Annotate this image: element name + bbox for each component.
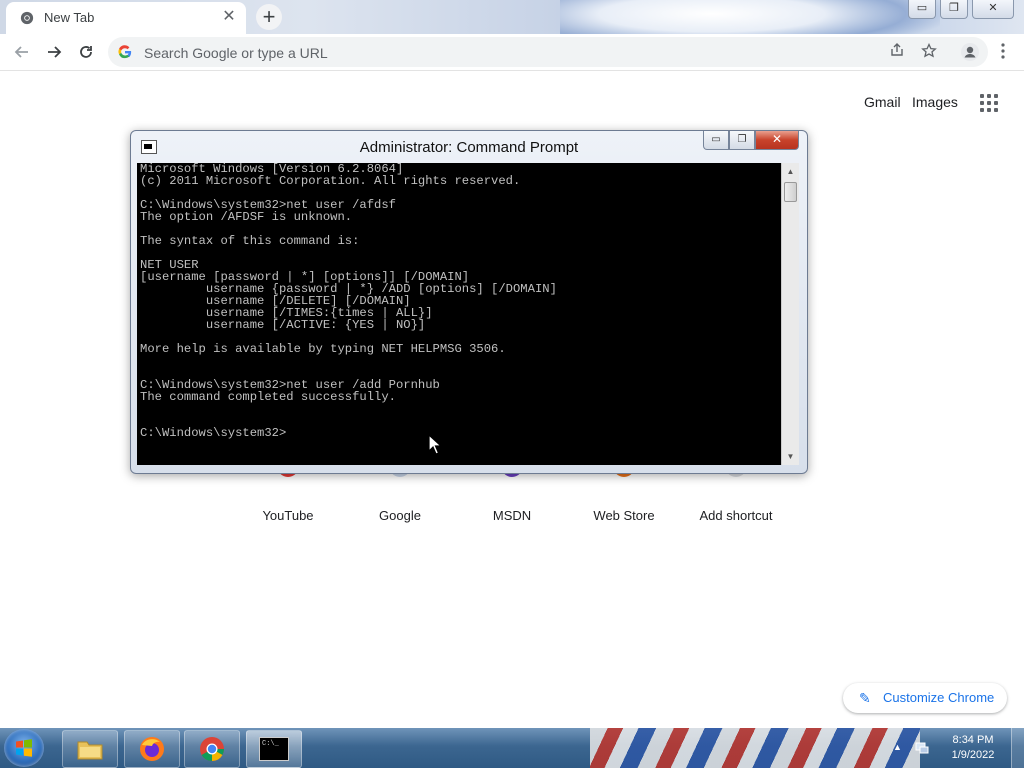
shortcut-youtube[interactable]: YouTube [232, 508, 344, 523]
profile-avatar-icon[interactable] [960, 42, 980, 62]
cmd-minimize-button[interactable]: ▭ [703, 131, 729, 150]
google-g-icon [118, 45, 132, 59]
show-desktop-button[interactable] [1011, 728, 1024, 768]
cmd-close-button[interactable]: ✕ [755, 131, 799, 150]
images-link[interactable]: Images [912, 94, 958, 110]
search-input[interactable] [142, 43, 866, 63]
console-text: Microsoft Windows [Version 6.2.8064] (c)… [140, 163, 557, 440]
cmd-window-controls: ▭ ❐ ✕ [703, 131, 799, 150]
clock-date: 1/9/2022 [951, 749, 995, 761]
taskbar-explorer-button[interactable] [62, 730, 118, 768]
cmd-taskbar-icon: C:\_ [259, 737, 289, 761]
share-icon[interactable] [888, 43, 906, 61]
start-button[interactable] [4, 729, 44, 767]
scroll-down-icon[interactable]: ▼ [782, 448, 799, 465]
shortcut-web-store[interactable]: Web Store [568, 508, 680, 523]
command-prompt-window[interactable]: Administrator: Command Prompt ▭ ❐ ✕ Micr… [130, 130, 808, 474]
cmd-taskbar-text: C:\_ [262, 740, 279, 748]
windows-flag-icon [16, 739, 32, 757]
scroll-up-icon[interactable]: ▲ [782, 163, 799, 180]
customize-chrome-label: Customize Chrome [883, 690, 995, 705]
tab-close-icon[interactable]: ✕ [220, 8, 238, 26]
taskbar-clock[interactable]: 8:34 PM 1/9/2022 [940, 733, 1006, 763]
tab-new-tab[interactable]: New Tab ✕ [6, 2, 246, 34]
taskbar-cmd-button[interactable]: C:\_ [246, 730, 302, 768]
clock-time: 8:34 PM [952, 734, 994, 746]
forward-arrow-icon[interactable] [42, 40, 66, 64]
scroll-thumb[interactable] [784, 182, 797, 202]
taskbar: C:\_ ▲ 8:34 PM 1/9/2022 [0, 728, 1024, 768]
window-controls: ▭ ❐ ✕ [904, 0, 1014, 20]
tray-expand-icon[interactable]: ▲ [893, 742, 902, 752]
pencil-icon: ✎ [859, 690, 871, 706]
new-tab-button[interactable]: + [256, 4, 282, 30]
console-output[interactable]: Microsoft Windows [Version 6.2.8064] (c)… [137, 163, 781, 465]
firefox-icon [140, 737, 164, 761]
address-bar[interactable] [108, 37, 988, 67]
shortcut-google[interactable]: Google [344, 508, 456, 523]
back-arrow-icon[interactable] [10, 40, 34, 64]
mouse-pointer-icon [428, 434, 442, 455]
gmail-link[interactable]: Gmail [864, 94, 901, 110]
chrome-favicon-icon [20, 11, 34, 25]
shortcut-add[interactable]: Add shortcut [680, 508, 792, 523]
customize-chrome-button[interactable]: ✎ Customize Chrome [843, 683, 1007, 713]
restore-button[interactable]: ❐ [940, 0, 968, 19]
reload-icon[interactable] [74, 40, 98, 64]
close-window-button[interactable]: ✕ [972, 0, 1014, 19]
shortcut-msdn[interactable]: MSDN [456, 508, 568, 523]
apps-grid-icon[interactable] [980, 94, 1000, 112]
browser-toolbar [0, 34, 1024, 71]
tab-strip: New Tab ✕ + ▭ ❐ ✕ [0, 0, 1024, 34]
taskbar-chrome-button[interactable] [184, 730, 240, 768]
folder-icon [77, 741, 103, 760]
bookmark-star-icon[interactable] [920, 42, 938, 61]
tab-title: New Tab [44, 10, 95, 25]
background-decoration [560, 0, 940, 34]
menu-kebab-icon[interactable] [994, 43, 1012, 61]
network-icon[interactable] [914, 740, 930, 756]
chrome-icon [200, 737, 224, 761]
console-scrollbar[interactable]: ▲ ▼ [781, 163, 799, 465]
wallpaper-decoration [590, 728, 920, 768]
minimize-button[interactable]: ▭ [908, 0, 936, 19]
cmd-maximize-button[interactable]: ❐ [729, 131, 755, 150]
taskbar-firefox-button[interactable] [124, 730, 180, 768]
